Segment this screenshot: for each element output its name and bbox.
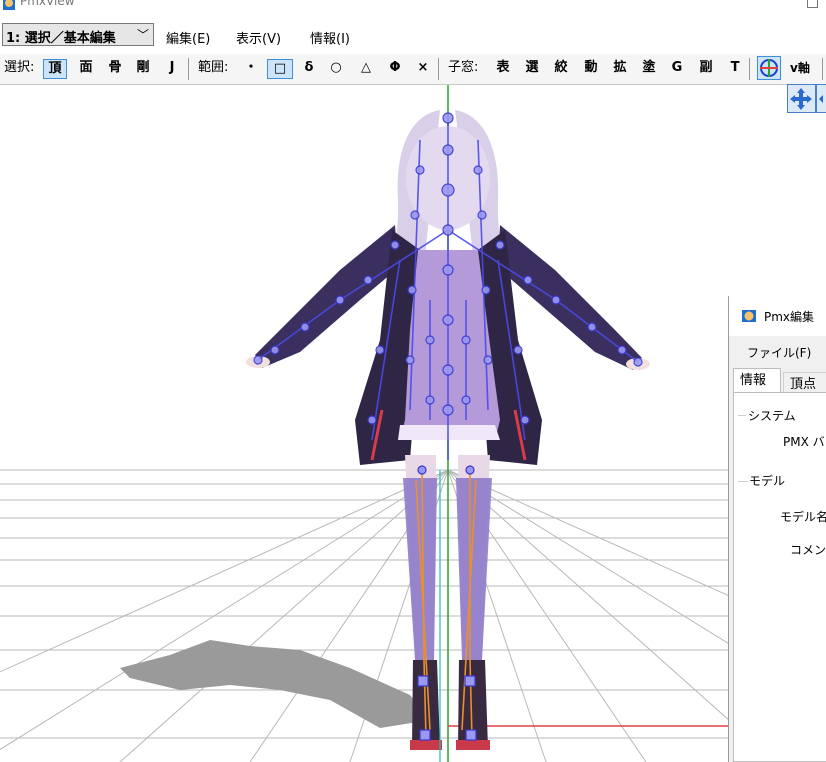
child-table-button[interactable]: 表 [494,59,512,79]
comment-label: コメント [790,543,826,557]
v-axis-button[interactable]: v軸 [790,59,810,79]
range-cross-button[interactable]: × [414,59,432,79]
pmx-edit-titlebar: Pmx編集 [729,296,826,336]
range-point-button[interactable]: ・ [242,59,260,79]
range-label: 範囲: [198,60,229,75]
range-delta-button[interactable]: δ [300,59,318,79]
viewport-scene [0,85,826,762]
toolbar-separator [822,58,823,80]
3d-viewport[interactable] [0,85,826,762]
child-window-label: 子窓: [448,60,479,75]
tab-info[interactable]: 情報 [733,368,781,392]
select-label: 選択: [4,60,35,75]
model-shadow [120,640,430,728]
group-system-label: システム [748,409,796,423]
range-circle-button[interactable]: ○ [327,59,345,79]
tab-vertex[interactable]: 頂点 [783,372,826,392]
group-border [738,415,746,416]
window-title: PmxView [20,0,75,8]
range-phi-button[interactable]: Φ [386,59,404,79]
title-bar: PmxView [0,0,826,16]
toolbar-separator [188,58,189,80]
child-t-button[interactable]: T [726,59,744,79]
select-bone-button[interactable]: 骨 [106,59,124,79]
select-joint-button[interactable]: J [163,59,181,79]
app-icon [3,0,15,10]
child-scale-button[interactable]: 拡 [611,59,629,79]
pmx-edit-title: Pmx編集 [764,310,815,324]
axis-gizmo-icon[interactable] [757,56,781,80]
range-rect-button[interactable]: □ [267,59,293,79]
maximize-icon[interactable] [807,0,818,8]
mode-select-value: 1: 選択／基本編集 [6,31,116,46]
range-triangle-button[interactable]: △ [357,59,375,79]
group-model-label: モデル [749,474,786,488]
toolbar-separator [438,58,439,80]
select-face-button[interactable]: 面 [77,59,95,79]
info-panel: システム PMX バ モデル モデル名 コメント [733,392,826,762]
mode-select[interactable]: 1: 選択／基本編集 ﹀ [2,23,154,46]
pmx-app-icon [742,310,756,322]
child-move-button[interactable]: 動 [582,59,600,79]
child-sub-button[interactable]: 副 [697,59,715,79]
toolbar-separator [749,58,750,80]
menu-edit[interactable]: 編集(E) [166,28,210,47]
pmx-menu-file[interactable]: ファイル(F) [747,344,811,361]
select-rigid-button[interactable]: 剛 [134,59,152,79]
pmx-edit-window: Pmx編集 ファイル(F) 情報 頂点 システム PMX バ モデル モデル名 … [728,296,826,762]
chevron-down-icon: ﹀ [136,28,149,42]
menu-view[interactable]: 表示(V) [236,28,281,47]
child-group-button[interactable]: G [668,59,686,79]
group-border [738,481,748,482]
menu-info[interactable]: 情報(I) [310,28,350,47]
pmx-version-label: PMX バ [783,435,825,449]
child-select-button[interactable]: 選 [523,59,541,79]
child-filter-button[interactable]: 絞 [552,59,570,79]
move-gizmo-icon[interactable] [787,84,826,114]
model-name-label: モデル名 [780,510,826,524]
child-paint-button[interactable]: 塗 [640,59,658,79]
select-vertex-button[interactable]: 頂 [43,59,67,79]
